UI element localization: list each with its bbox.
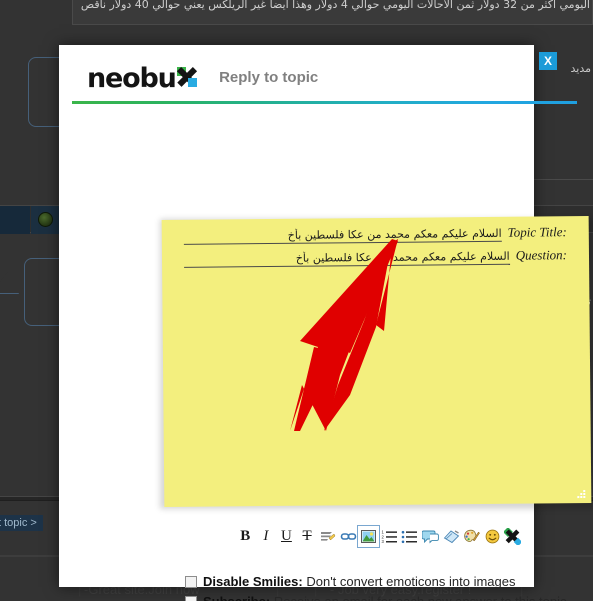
underline-icon[interactable]: U bbox=[276, 526, 297, 547]
color-palette-icon[interactable] bbox=[461, 526, 482, 547]
svg-text:3: 3 bbox=[381, 539, 384, 544]
topic-title-label: Topic Title: bbox=[507, 224, 567, 240]
question-input[interactable]: السلام عليكم معكم محمد من عكا فلسطين بأخ bbox=[183, 249, 510, 268]
question-row: Question: السلام عليكم معكم محمد من عكا … bbox=[183, 247, 568, 268]
avatar bbox=[38, 212, 53, 227]
reply-to-topic-dialog: neobu Reply to topic Topic Title: السلام… bbox=[59, 45, 593, 601]
resize-grip-icon[interactable] bbox=[576, 489, 586, 499]
background-table-cell-1 bbox=[0, 206, 30, 234]
subscribe-label: Subscribe: bbox=[203, 594, 270, 601]
disable-smilies-description: Don't convert emoticons into images bbox=[306, 574, 516, 589]
page-title: Reply to topic bbox=[219, 69, 319, 86]
smiley-icon[interactable] bbox=[482, 526, 503, 547]
option-subscribe: Subscribe: Receive an email for each new… bbox=[185, 594, 566, 601]
disable-smilies-checkbox[interactable] bbox=[185, 576, 197, 588]
bold-icon[interactable]: B bbox=[235, 526, 256, 547]
question-label: Question: bbox=[515, 247, 568, 263]
subscribe-checkbox[interactable] bbox=[185, 596, 197, 601]
clear-formatting-icon[interactable] bbox=[503, 526, 524, 547]
code-icon[interactable] bbox=[441, 526, 462, 547]
background-quote-text: اليومي اكثر من 32 دولار ثمن الاحالات الي… bbox=[78, 0, 590, 11]
header-gradient-rule bbox=[72, 101, 577, 104]
neobux-x-icon bbox=[176, 66, 197, 87]
quote-icon[interactable] bbox=[420, 526, 441, 547]
strikethrough-icon[interactable]: T bbox=[297, 526, 318, 547]
option-disable-smilies: Disable Smilies: Don't convert emoticons… bbox=[185, 574, 515, 589]
topic-title-input[interactable]: السلام عليكم معكم محمد من عكا فلسطين بأخ bbox=[183, 226, 502, 245]
unordered-list-icon[interactable] bbox=[400, 526, 421, 547]
close-icon[interactable]: X bbox=[539, 52, 557, 70]
italic-icon[interactable]: I bbox=[256, 526, 277, 547]
screenshot-root: اليومي اكثر من 32 دولار ثمن الاحالات الي… bbox=[0, 0, 593, 601]
disable-smilies-label: Disable Smilies: bbox=[203, 574, 303, 589]
neobux-logo: neobu bbox=[87, 63, 197, 94]
insert-image-icon[interactable] bbox=[357, 524, 381, 548]
font-color-icon[interactable] bbox=[317, 526, 338, 547]
logo-wordmark: neobu bbox=[87, 63, 177, 94]
background-next-topic-link[interactable]: t topic > bbox=[0, 515, 43, 531]
ordered-list-icon[interactable]: 1 2 3 bbox=[379, 526, 400, 547]
message-editor[interactable]: Topic Title: السلام عليكم معكم محمد من ع… bbox=[161, 215, 592, 508]
dialog-header: neobu Reply to topic bbox=[59, 45, 534, 100]
link-icon[interactable] bbox=[338, 526, 359, 547]
subscribe-description: Receive an email for each new answer to … bbox=[274, 594, 567, 601]
formatting-toolbar: B I U T 1 2 3 bbox=[163, 524, 523, 548]
topic-title-row: Topic Title: السلام عليكم معكم محمد من ع… bbox=[183, 224, 567, 245]
